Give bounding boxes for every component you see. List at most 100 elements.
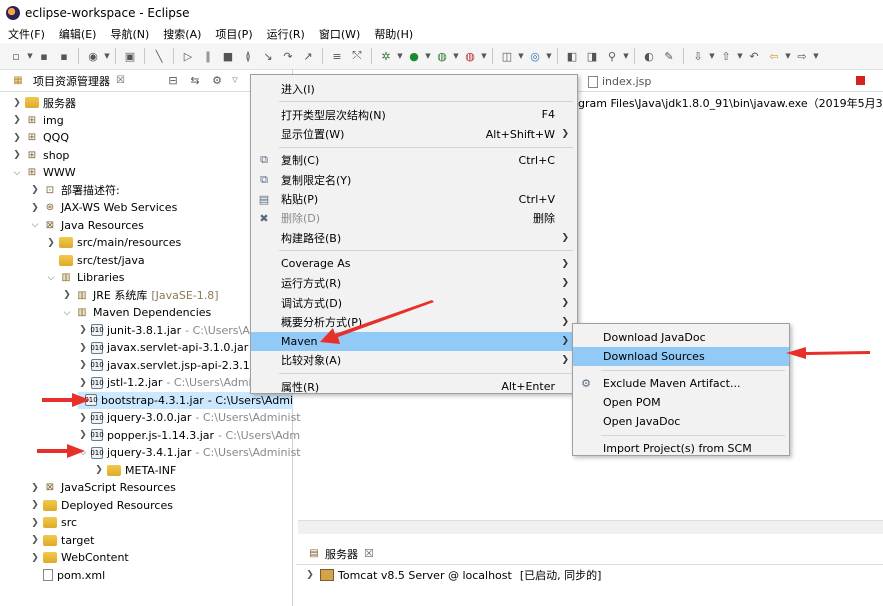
menu-edit[interactable]: 编辑(E) (59, 26, 97, 42)
tree-item[interactable]: ❯ ⊠ JavaScript Resources (30, 479, 176, 496)
terminate-icon[interactable]: ■ (221, 49, 235, 63)
close-icon[interactable]: ☒ (364, 547, 374, 560)
chevron-right-icon[interactable]: ❯ (62, 290, 72, 300)
tree-item[interactable]: ❯ 010 javax.servlet.jsp-api-2.3.1.jar (78, 357, 267, 374)
chevron-right-icon[interactable]: ❯ (30, 483, 40, 493)
step-return-icon[interactable]: ↗ (301, 49, 315, 63)
tree-item[interactable]: ❯ src/main/resources (46, 234, 181, 251)
menu-search[interactable]: 搜索(A) (163, 26, 201, 42)
chevron-down-icon[interactable]: ▼ (623, 49, 629, 63)
chevron-right-icon[interactable]: ❯ (30, 500, 40, 510)
open-task-icon[interactable]: ◨ (585, 49, 599, 63)
external-tools-icon[interactable]: ◍ (463, 49, 477, 63)
menu-item[interactable]: 比较对象(A) ❯ (251, 351, 577, 370)
chevron-down-icon[interactable]: ▼ (518, 49, 524, 63)
chevron-right-icon[interactable]: ❯ (78, 430, 88, 440)
resume-icon[interactable]: ▷ (181, 49, 195, 63)
menu-item[interactable]: 进入(I) (251, 79, 577, 98)
chevron-down-icon[interactable]: ▼ (481, 49, 487, 63)
tree-item[interactable]: ⌵ 010 jquery-3.4.1.jar - C:\Users\Administ (78, 444, 301, 461)
forward-icon[interactable]: ⇨ (795, 49, 809, 63)
perspective-icon[interactable]: ◉ (86, 49, 100, 63)
tree-item[interactable]: ❯ ⊞ img (12, 112, 64, 129)
back-icon[interactable]: ⇦ (767, 49, 781, 63)
chevron-down-icon[interactable]: ⌵ (62, 308, 72, 318)
chevron-down-icon[interactable]: ▼ (813, 49, 819, 63)
tree-item[interactable]: ⌵ ⊞ WWW (12, 164, 76, 181)
chevron-down-icon[interactable]: ▼ (785, 49, 791, 63)
debug-icon[interactable]: ✲ (379, 49, 393, 63)
globe-icon[interactable]: ◐ (642, 49, 656, 63)
chevron-right-icon[interactable]: ❯ (305, 570, 315, 580)
chevron-down-icon[interactable]: ▼ (453, 49, 459, 63)
menu-item[interactable]: 属性(R) Alt+Enter (251, 377, 577, 396)
tree-item[interactable]: ❯ 010 popper.js-1.14.3.jar - C:\Users\Adm (78, 427, 300, 444)
use-step-filters-icon[interactable]: ⤲ (350, 49, 364, 63)
skip-breakpoints-icon[interactable]: ╲ (152, 49, 166, 63)
tree-item[interactable]: ❯ src (30, 514, 77, 531)
menu-item[interactable]: ⧉ 复制(C) Ctrl+C (251, 151, 577, 170)
chevron-down-icon[interactable]: ⌵ (12, 168, 22, 178)
next-annotation-icon[interactable]: ⇩ (691, 49, 705, 63)
terminate-console-icon[interactable] (856, 76, 865, 85)
tab-index-jsp[interactable]: index.jsp (585, 75, 651, 88)
chevron-right-icon[interactable]: ❯ (12, 98, 22, 108)
suspend-icon[interactable]: ∥ (201, 49, 215, 63)
close-icon[interactable]: ☒ (116, 75, 125, 86)
filter-icon[interactable]: ⚙ (210, 73, 224, 87)
chevron-down-icon[interactable]: ▼ (27, 49, 33, 63)
menu-item[interactable]: ⧉ 复制限定名(Y) (251, 170, 577, 189)
chevron-right-icon[interactable]: ❯ (78, 413, 88, 423)
tree-item[interactable]: ⌵ ⊠ Java Resources (30, 217, 144, 234)
coverage-icon[interactable]: ◍ (435, 49, 449, 63)
open-type-icon[interactable]: ◧ (565, 49, 579, 63)
chevron-right-icon[interactable]: ❯ (78, 343, 88, 353)
tree-item[interactable]: pom.xml (30, 567, 105, 584)
step-over-icon[interactable]: ↷ (281, 49, 295, 63)
menu-item[interactable]: 打开类型层次结构(N) F4 (251, 105, 577, 124)
project-explorer-tab[interactable]: ▦ 项目资源管理器 ☒ (0, 70, 292, 92)
tree-item[interactable]: ❯ ⊞ QQQ (12, 129, 69, 146)
chevron-down-icon[interactable]: ▼ (737, 49, 743, 63)
tree-item[interactable]: ❯ ⊛ JAX-WS Web Services (30, 199, 177, 216)
horizontal-scrollbar[interactable] (298, 520, 883, 534)
disconnect-icon[interactable]: ≬ (241, 49, 255, 63)
new-icon[interactable]: ▫ (9, 49, 23, 63)
tree-item[interactable]: ❯ WebContent (30, 549, 129, 566)
chevron-down-icon[interactable]: ⌵ (30, 220, 40, 230)
chevron-down-icon[interactable]: ▼ (104, 49, 110, 63)
menu-project[interactable]: 项目(P) (215, 26, 252, 42)
menu-item[interactable]: 运行方式(R) ❯ (251, 274, 577, 293)
tree-item[interactable]: ❯ target (30, 532, 94, 549)
tree-item[interactable]: ❯010javax.servlet-api-3.1.0.jar- C (78, 339, 267, 356)
search-icon[interactable]: ⚲ (605, 49, 619, 63)
menu-run[interactable]: 运行(R) (267, 26, 305, 42)
tree-item[interactable]: ❯ 010 jstl-1.2.jar - C:\Users\Admin (78, 374, 258, 391)
chevron-right-icon[interactable]: ❯ (30, 185, 40, 195)
terminal-icon[interactable]: ▣ (123, 49, 137, 63)
menu-item[interactable]: ✖ 删除(D) 删除 (251, 209, 577, 228)
menu-navigate[interactable]: 导航(N) (110, 26, 149, 42)
chevron-down-icon[interactable]: ▼ (425, 49, 431, 63)
menu-item[interactable]: ▤ 粘贴(P) Ctrl+V (251, 190, 577, 209)
run-icon[interactable]: ● (407, 49, 421, 63)
menu-help[interactable]: 帮助(H) (374, 26, 413, 42)
chevron-down-icon[interactable]: ▼ (546, 49, 552, 63)
link-editor-icon[interactable]: ⇆ (188, 73, 202, 87)
menu-item[interactable]: Import Project(s) from SCM (573, 439, 789, 458)
chevron-right-icon[interactable]: ❯ (78, 378, 88, 388)
menu-file[interactable]: 文件(F) (8, 26, 45, 42)
tree-item[interactable]: ❯ ⊡ 部署描述符: (30, 182, 120, 199)
save-icon[interactable]: ▪ (37, 49, 51, 63)
chevron-right-icon[interactable]: ❯ (12, 133, 22, 143)
tree-item[interactable]: ❯ 服务器 (12, 94, 76, 111)
tree-item[interactable]: ⌵ ▥ Libraries (46, 269, 125, 286)
menu-item[interactable]: Download Sources (573, 347, 789, 367)
chevron-right-icon[interactable]: ❯ (30, 553, 40, 563)
tree-item[interactable]: ⌵ ▥ Maven Dependencies (62, 304, 212, 321)
menu-window[interactable]: 窗口(W) (319, 26, 360, 42)
prev-annotation-icon[interactable]: ⇧ (719, 49, 733, 63)
menu-item[interactable]: Open POM (573, 393, 789, 412)
chevron-right-icon[interactable]: ❯ (78, 360, 88, 370)
chevron-right-icon[interactable]: ❯ (78, 325, 88, 335)
